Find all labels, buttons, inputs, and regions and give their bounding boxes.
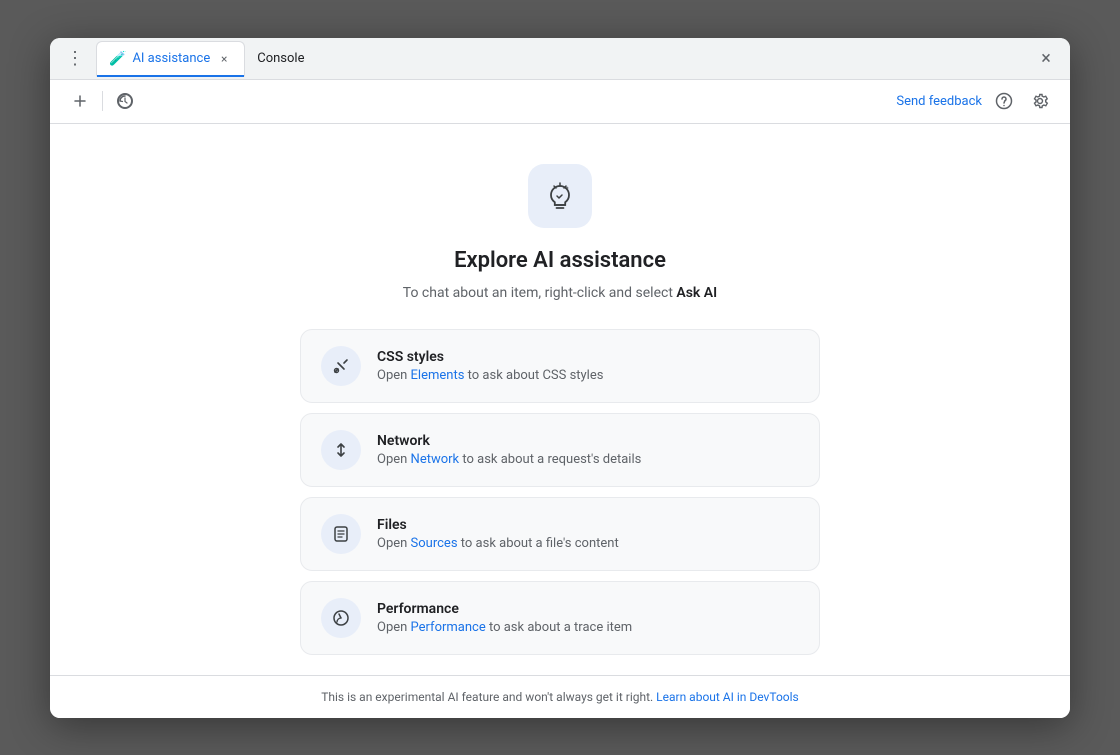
menu-dots[interactable] <box>62 44 88 73</box>
subtitle-bold: Ask AI <box>676 285 717 301</box>
toolbar-divider <box>102 91 103 111</box>
title-bar: 🧪 AI assistance × Console × <box>50 38 1070 80</box>
css-card-text: CSS styles Open Elements to ask about CS… <box>377 349 603 383</box>
feature-cards: CSS styles Open Elements to ask about CS… <box>300 329 820 655</box>
network-card-desc: Open Network to ask about a request's de… <box>377 452 641 467</box>
network-card-text: Network Open Network to ask about a requ… <box>377 433 641 467</box>
footer-link[interactable]: Learn about AI in DevTools <box>656 690 799 704</box>
subtitle-prefix: To chat about an item, right-click and s… <box>403 285 677 301</box>
files-card-text: Files Open Sources to ask about a file's… <box>377 517 619 551</box>
feature-card-network: Network Open Network to ask about a requ… <box>300 413 820 487</box>
devtools-window: 🧪 AI assistance × Console × <box>50 38 1070 718</box>
elements-link[interactable]: Elements <box>411 368 465 383</box>
performance-card-text: Performance Open Performance to ask abou… <box>377 601 632 635</box>
window-close-button[interactable]: × <box>1034 46 1058 70</box>
history-button[interactable] <box>111 87 139 115</box>
ai-tab-icon: 🧪 <box>109 51 126 67</box>
footer-text: This is an experimental AI feature and w… <box>321 690 656 704</box>
footer: This is an experimental AI feature and w… <box>50 675 1070 718</box>
feature-card-performance: Performance Open Performance to ask abou… <box>300 581 820 655</box>
tab-console[interactable]: Console <box>245 40 316 76</box>
files-card-desc: Open Sources to ask about a file's conte… <box>377 536 619 551</box>
new-tab-button[interactable] <box>66 87 94 115</box>
performance-card-desc: Open Performance to ask about a trace it… <box>377 620 632 635</box>
css-card-desc: Open Elements to ask about CSS styles <box>377 368 603 383</box>
page-title: Explore AI assistance <box>454 248 666 273</box>
feature-card-files: Files Open Sources to ask about a file's… <box>300 497 820 571</box>
feature-card-css: CSS styles Open Elements to ask about CS… <box>300 329 820 403</box>
performance-card-title: Performance <box>377 601 632 617</box>
performance-link[interactable]: Performance <box>411 620 486 635</box>
toolbar: Send feedback <box>50 80 1070 124</box>
page-subtitle: To chat about an item, right-click and s… <box>403 285 717 301</box>
network-card-icon <box>321 430 361 470</box>
css-card-title: CSS styles <box>377 349 603 365</box>
css-card-icon <box>321 346 361 386</box>
network-link[interactable]: Network <box>411 452 460 467</box>
console-tab-label: Console <box>257 51 304 66</box>
ai-tab-close[interactable]: × <box>216 51 232 67</box>
send-feedback-link[interactable]: Send feedback <box>896 94 982 109</box>
help-button[interactable] <box>990 87 1018 115</box>
performance-card-icon <box>321 598 361 638</box>
network-card-title: Network <box>377 433 641 449</box>
tab-list: 🧪 AI assistance × Console <box>96 40 1026 76</box>
ai-logo-icon <box>528 164 592 228</box>
sources-link[interactable]: Sources <box>411 536 458 551</box>
settings-button[interactable] <box>1026 87 1054 115</box>
tab-ai-assistance[interactable]: 🧪 AI assistance × <box>96 41 245 77</box>
files-card-icon <box>321 514 361 554</box>
files-card-title: Files <box>377 517 619 533</box>
main-content: Explore AI assistance To chat about an i… <box>50 124 1070 675</box>
ai-tab-label: AI assistance <box>132 51 210 66</box>
